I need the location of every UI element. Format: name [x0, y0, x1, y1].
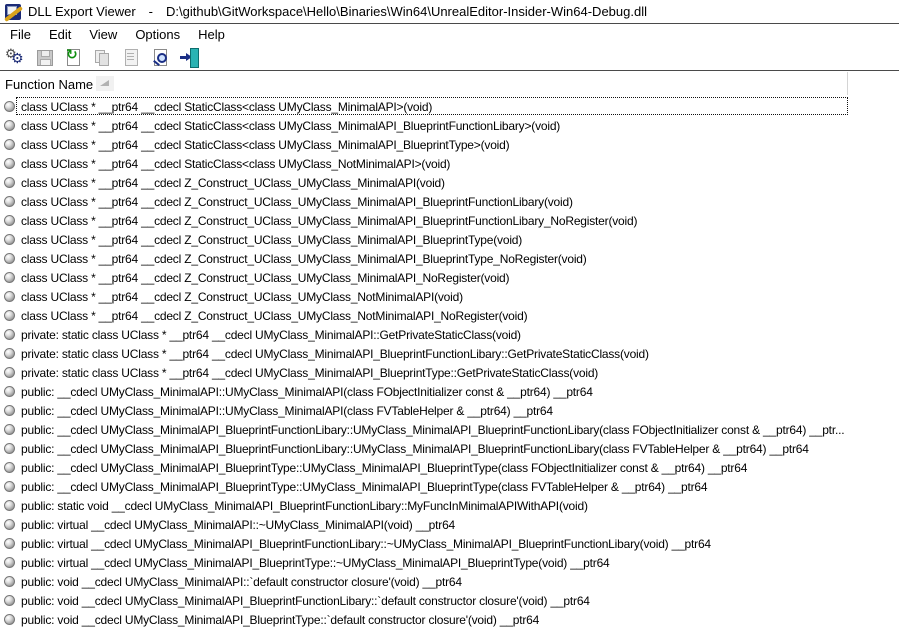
function-icon: [4, 481, 15, 492]
loaded-dll-path: D:\github\GitWorkspace\Hello\Binaries\Wi…: [166, 4, 647, 19]
refresh-button[interactable]: ↻: [63, 47, 85, 69]
copy-icon: [93, 48, 113, 68]
toolbar: ⚙⚙ ↻: [0, 45, 899, 70]
function-icon: [4, 348, 15, 359]
window-title: DLL Export Viewer-D:\github\GitWorkspace…: [28, 4, 647, 19]
function-icon: [4, 424, 15, 435]
list-item[interactable]: class UClass * __ptr64 __cdecl Z_Constru…: [0, 287, 899, 306]
select-dll-button[interactable]: ⚙⚙: [5, 47, 27, 69]
function-icon: [4, 557, 15, 568]
function-icon: [4, 177, 15, 188]
function-icon: [4, 386, 15, 397]
properties-button: [121, 47, 143, 69]
title-bar: DLL Export Viewer-D:\github\GitWorkspace…: [0, 0, 899, 23]
function-icon: [4, 614, 15, 625]
list-item[interactable]: class UClass * __ptr64 __cdecl StaticCla…: [0, 116, 899, 135]
list-item[interactable]: class UClass * __ptr64 __cdecl Z_Constru…: [0, 249, 899, 268]
function-icon: [4, 595, 15, 606]
save-button: [34, 47, 56, 69]
list-item[interactable]: public: void __cdecl UMyClass_MinimalAPI…: [0, 610, 899, 629]
function-icon: [4, 405, 15, 416]
function-icon: [4, 120, 15, 131]
function-icon: [4, 576, 15, 587]
list-item[interactable]: class UClass * __ptr64 __cdecl Z_Constru…: [0, 173, 899, 192]
function-icon: [4, 462, 15, 473]
list-item[interactable]: public: __cdecl UMyClass_MinimalAPI_Blue…: [0, 458, 899, 477]
menu-item-help[interactable]: Help: [189, 25, 234, 44]
function-icon: [4, 291, 15, 302]
function-icon: [4, 272, 15, 283]
menu-item-edit[interactable]: Edit: [40, 25, 80, 44]
menu-item-file[interactable]: File: [1, 25, 40, 44]
function-icon: [4, 139, 15, 150]
properties-icon: [122, 48, 142, 68]
copy-button: [92, 47, 114, 69]
list-item[interactable]: class UClass * __ptr64 __cdecl StaticCla…: [0, 97, 899, 116]
list-item[interactable]: class UClass * __ptr64 __cdecl Z_Constru…: [0, 192, 899, 211]
function-icon: [4, 500, 15, 511]
function-list: class UClass * __ptr64 __cdecl StaticCla…: [0, 97, 899, 629]
function-icon: [4, 310, 15, 321]
list-item[interactable]: private: static class UClass * __ptr64 _…: [0, 344, 899, 363]
menu-item-options[interactable]: Options: [126, 25, 189, 44]
function-icon: [4, 196, 15, 207]
function-icon: [4, 329, 15, 340]
app-name: DLL Export Viewer: [28, 4, 136, 19]
refresh-icon: ↻: [64, 48, 84, 68]
function-icon: [4, 443, 15, 454]
function-icon: [4, 215, 15, 226]
title-separator: -: [149, 4, 153, 19]
list-item[interactable]: public: __cdecl UMyClass_MinimalAPI::UMy…: [0, 382, 899, 401]
menu-item-view[interactable]: View: [80, 25, 126, 44]
list-item[interactable]: class UClass * __ptr64 __cdecl Z_Constru…: [0, 306, 899, 325]
find-button[interactable]: [150, 47, 172, 69]
list-item[interactable]: public: __cdecl UMyClass_MinimalAPI_Blue…: [0, 477, 899, 496]
gears-icon: ⚙⚙: [6, 48, 26, 68]
exit-button[interactable]: [179, 47, 201, 69]
sort-ascending-icon: [96, 76, 114, 91]
list-item[interactable]: public: virtual __cdecl UMyClass_Minimal…: [0, 515, 899, 534]
list-item[interactable]: class UClass * __ptr64 __cdecl Z_Constru…: [0, 268, 899, 287]
list-item[interactable]: class UClass * __ptr64 __cdecl StaticCla…: [0, 135, 899, 154]
exit-icon: [180, 48, 200, 68]
function-icon: [4, 367, 15, 378]
function-icon: [4, 234, 15, 245]
list-item[interactable]: class UClass * __ptr64 __cdecl Z_Constru…: [0, 211, 899, 230]
column-header-label: Function Name: [5, 77, 93, 92]
list-item[interactable]: public: __cdecl UMyClass_MinimalAPI::UMy…: [0, 401, 899, 420]
column-header-function-name[interactable]: Function Name: [0, 71, 899, 97]
list-item[interactable]: public: virtual __cdecl UMyClass_Minimal…: [0, 534, 899, 553]
list-item[interactable]: class UClass * __ptr64 __cdecl Z_Constru…: [0, 230, 899, 249]
function-icon: [4, 158, 15, 169]
list-item[interactable]: public: static void __cdecl UMyClass_Min…: [0, 496, 899, 515]
function-icon: [4, 538, 15, 549]
list-item[interactable]: public: void __cdecl UMyClass_MinimalAPI…: [0, 572, 899, 591]
list-item[interactable]: public: __cdecl UMyClass_MinimalAPI_Blue…: [0, 439, 899, 458]
function-icon: [4, 101, 15, 112]
list-item[interactable]: public: __cdecl UMyClass_MinimalAPI_Blue…: [0, 420, 899, 439]
app-icon[interactable]: [5, 4, 21, 20]
find-icon: [151, 48, 171, 68]
function-icon: [4, 519, 15, 530]
list-item[interactable]: public: void __cdecl UMyClass_MinimalAPI…: [0, 591, 899, 610]
menu-bar: FileEditViewOptionsHelp: [0, 24, 899, 45]
app-window: DLL Export Viewer-D:\github\GitWorkspace…: [0, 0, 899, 642]
list-item[interactable]: class UClass * __ptr64 __cdecl StaticCla…: [0, 154, 899, 173]
list-item[interactable]: public: virtual __cdecl UMyClass_Minimal…: [0, 553, 899, 572]
list-item[interactable]: private: static class UClass * __ptr64 _…: [0, 363, 899, 382]
function-icon: [4, 253, 15, 264]
column-separator[interactable]: [847, 72, 848, 95]
list-item[interactable]: private: static class UClass * __ptr64 _…: [0, 325, 899, 344]
save-icon: [35, 48, 55, 68]
